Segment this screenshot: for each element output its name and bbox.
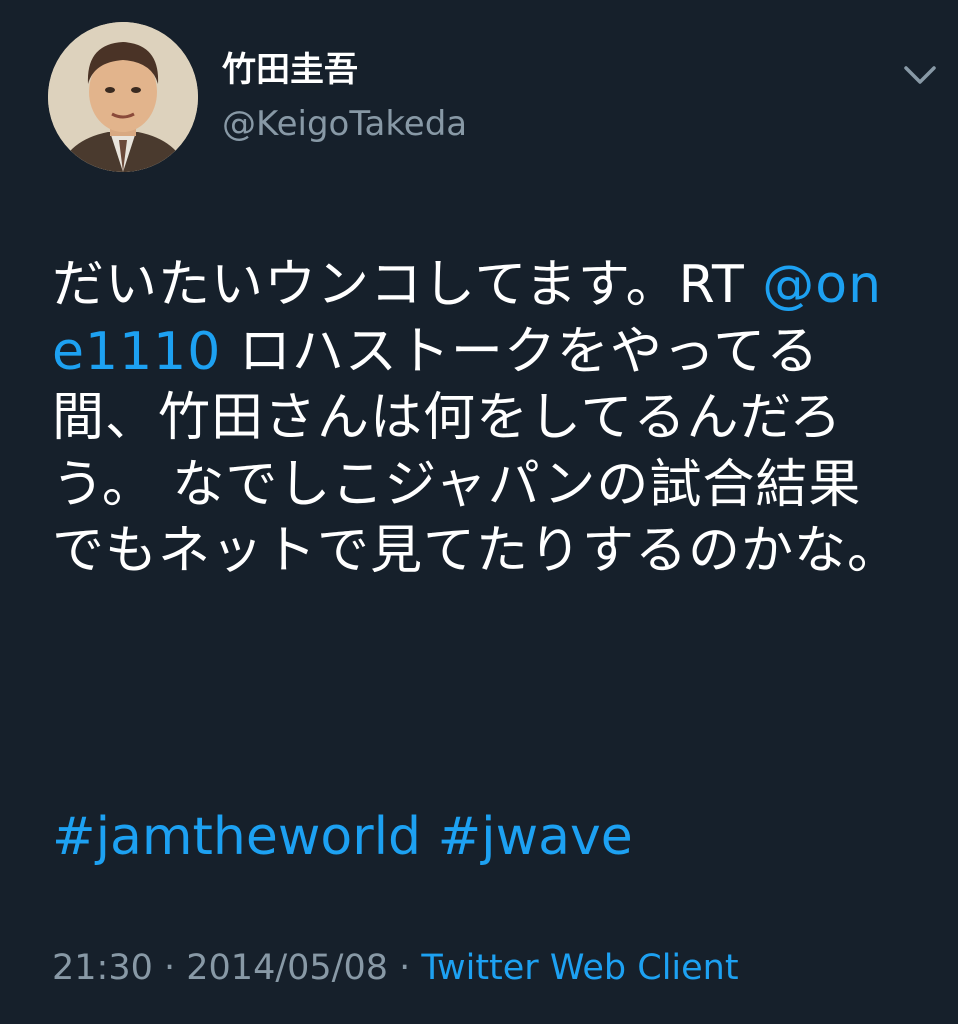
tweet-text-part: だいたいウンコしてます。RT [52,255,763,315]
meta-separator: · [152,948,187,988]
avatar-portrait-icon [48,22,198,172]
tweet-meta: 21:30 · 2014/05/08 · Twitter Web Client [52,944,739,992]
source-link[interactable]: Twitter Web Client [421,948,738,988]
user-handle[interactable]: @KeigoTakeda [222,100,467,148]
hashtag-link[interactable]: #jwave [438,807,633,867]
tweet-text: だいたいウンコしてます。RT @one1110 ロハストークをやってる間、竹田さ… [52,252,912,585]
meta-separator: · [388,948,422,988]
display-name[interactable]: 竹田圭吾 [222,46,358,94]
tweet-card: 竹田圭吾 @KeigoTakeda だいたいウンコしてます。RT @one111… [0,0,958,1024]
tweet-date[interactable]: 2014/05/08 [186,948,388,988]
hashtag-link[interactable]: #jamtheworld [52,807,421,867]
tweet-time[interactable]: 21:30 [52,948,153,988]
avatar[interactable] [48,22,198,172]
chevron-down-icon [904,66,936,84]
tweet-menu-button[interactable] [896,56,944,96]
hashtag-list: #jamtheworld #jwave [52,804,633,870]
